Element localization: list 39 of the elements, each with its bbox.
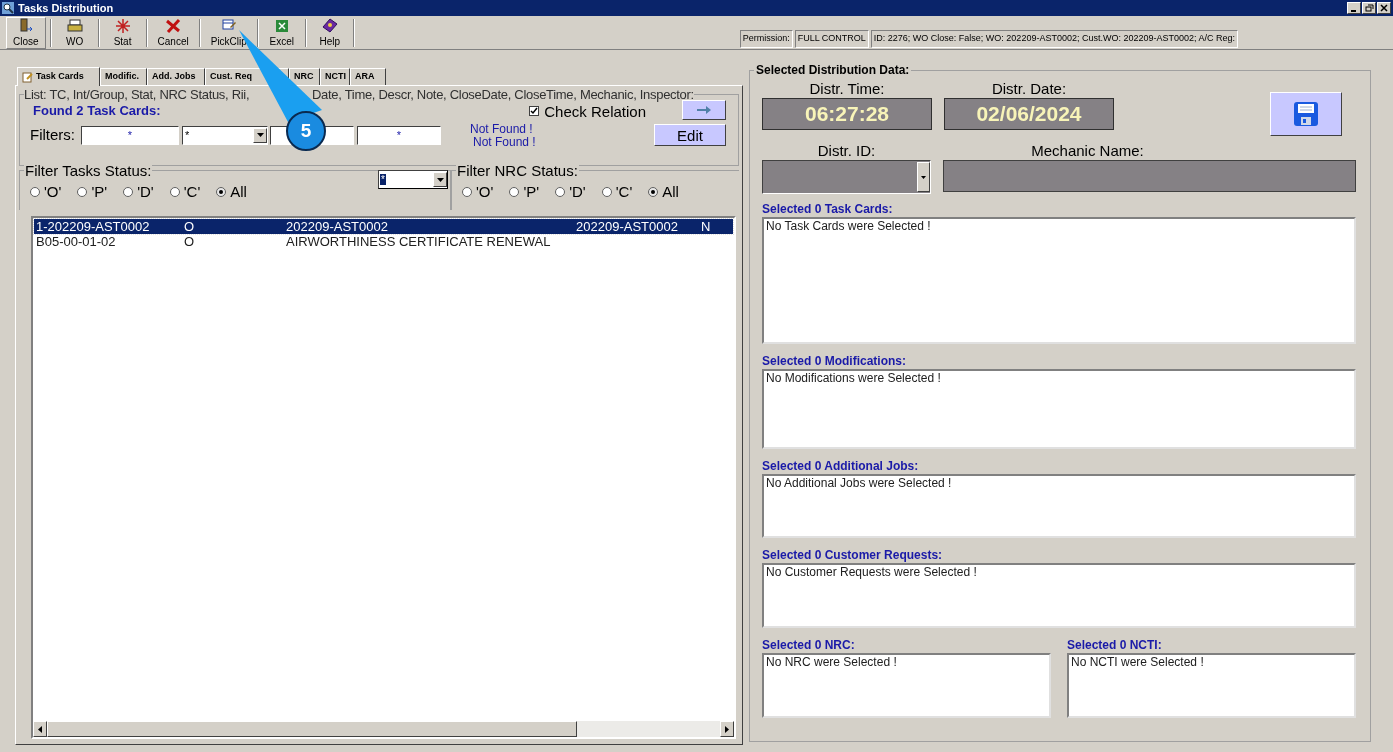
section-title: Selected 0 NCTI:: [1067, 638, 1163, 653]
group-title: Filter NRC Status:: [456, 162, 579, 179]
selection-list: No NCTI were Selected !: [1067, 653, 1356, 718]
time-label: Distr. Time:: [809, 80, 885, 98]
group-title: Filter Tasks Status:: [24, 162, 153, 179]
section-title: Selected 0 Modifications:: [762, 354, 908, 369]
list-cell-text: AIRWORTHINESS CERTIFICATE RENEWAL: [285, 234, 552, 249]
window-title: Tasks Distribution: [18, 0, 114, 16]
found-count: Found 2 Task Cards:: [33, 102, 161, 121]
selection-list: No Task Cards were Selected !: [762, 217, 1356, 344]
work-order-info: ID: 2276; WO Close: False; WO: 202209-AST0002; Cust.WO: 202209-AST0002; A/C Reg:: [870, 30, 1238, 48]
list-caption: List: TC, Int/Group, Stat, NRC Status, Rii,: [24, 87, 251, 102]
section-title: Selected 0 Customer Requests:: [762, 548, 944, 563]
checkbox-label: Check Relation: [544, 102, 646, 120]
selection-list: No Customer Requests were Selected !: [762, 563, 1356, 628]
id-label: Distr. ID:: [817, 142, 876, 160]
section-title: Selected 0 Additional Jobs:: [762, 459, 920, 474]
permission-value: FULL CONTROL: [794, 30, 869, 48]
not-found-message: Not Found !: [473, 136, 536, 149]
not-found-message: Not Found !: [470, 123, 534, 136]
list-cell-text: 1-202209-AST0002: [35, 219, 151, 234]
list-cell-text: N: [700, 219, 712, 234]
section-title: Selected 0 Task Cards:: [762, 202, 894, 217]
list-caption: Date, Time, Descr, Note, CloseDate, CloseTime, Mechanic, Inspector:: [312, 87, 694, 102]
list-cell-text: O: [183, 219, 196, 234]
section-title: Selected 0 NRC:: [762, 638, 856, 653]
list-cell-text: B05-00-01-02: [35, 234, 117, 249]
permission-label: Permission:: [739, 30, 793, 48]
mechanic-label: Mechanic Name:: [1031, 142, 1144, 160]
time-display: 06:27:28: [762, 98, 932, 130]
selection-list: No Additional Jobs were Selected !: [762, 474, 1356, 538]
date-display: 02/06/2024: [944, 98, 1114, 130]
date-label: Distr. Date:: [991, 80, 1067, 98]
list-cell-text: O: [183, 234, 196, 249]
list-cell-text: 202209-AST0002: [575, 219, 679, 234]
list-cell-text: 202209-AST0002: [285, 219, 389, 234]
selection-list: No Modifications were Selected !: [762, 369, 1356, 449]
selection-list: No NRC were Selected !: [762, 653, 1051, 718]
filters-label: Filters:: [30, 124, 75, 145]
